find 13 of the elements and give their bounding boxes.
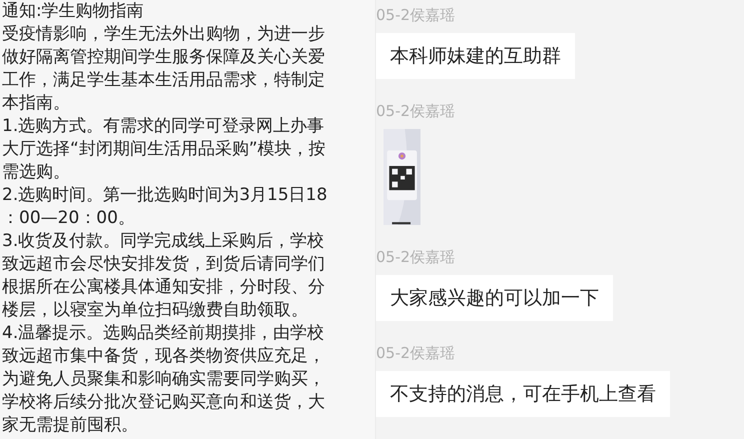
message-bubble: 不支持的消息，可在手机上查看	[376, 371, 670, 417]
message-bubble: 本科师妹建的互助群	[376, 33, 575, 79]
sender-name: 05-2侯嘉瑶	[376, 247, 456, 267]
notice-paragraph: 2.选购时间。第一批选购时间为3月15日18：00—20：00。	[2, 184, 328, 230]
notice-paragraph: 4.温馨提示。选购品类经前期摸排，由学校致远超市集中备货，现各类物资供应充足，为避免人员聚集和影响确实需要同学购买，学校将后续分批次登记购买意向和送货，大家无需提前囤积。	[2, 322, 326, 437]
notice-paragraph: 1.选购方式。有需求的同学可登录网上办事大厅选择“封闭期间生活用品采购”模块，按需选购。	[2, 115, 327, 184]
notice-paragraph: 3.收货及付款。同学完成线上采购后，学校致远超市会尽快安排发货，到货后请同学们根据所在公寓楼具体通知安排，分时段、分楼层，以寝室为单位扫码缴费自助领取。	[2, 230, 326, 322]
message-bubble: 大家感兴趣的可以加一下	[376, 275, 613, 321]
notice-paragraph: 受疫情影响，学生无法外出购物，为进一步做好隔离管控期间学生服务保障及关心关爱工作，满足学生基本生活用品需求，特制定本指南。	[2, 23, 326, 115]
sender-name: 05-2侯嘉瑶	[376, 101, 456, 121]
sender-name: 05-2侯嘉瑶	[376, 343, 456, 363]
notice-title: 通知:学生购物指南	[2, 0, 145, 23]
sender-name: 05-2侯嘉瑶	[376, 5, 456, 25]
